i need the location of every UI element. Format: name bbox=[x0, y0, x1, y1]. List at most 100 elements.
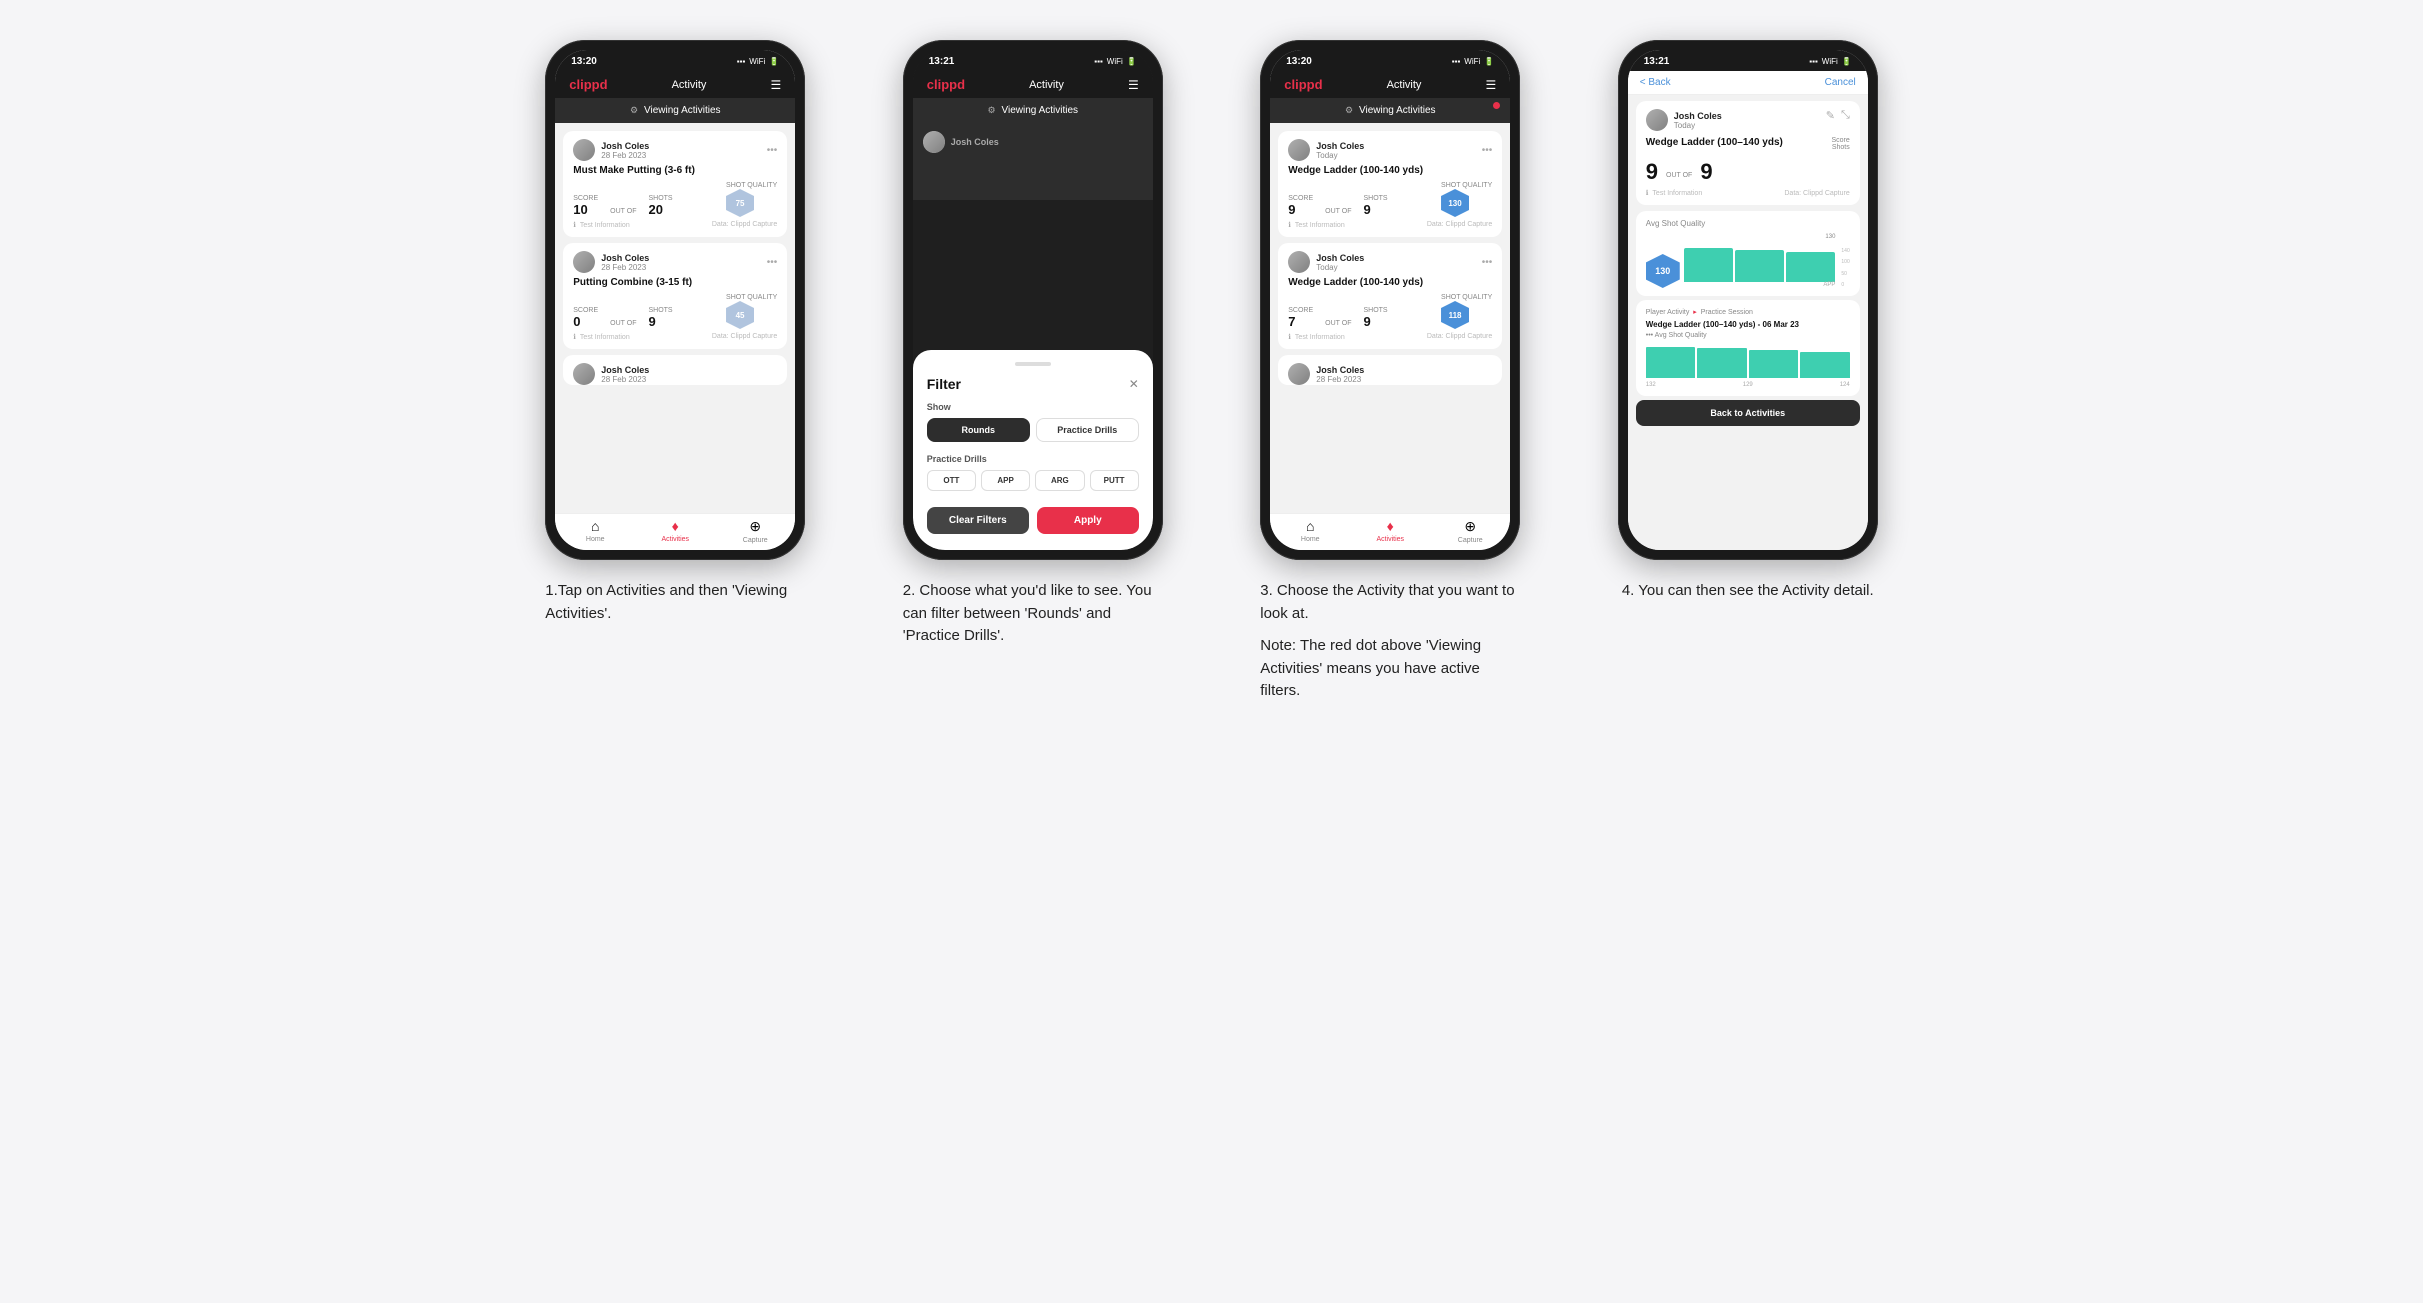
data-text-1-2: Data: Clippd Capture bbox=[712, 333, 777, 341]
info-text-4: Test Information bbox=[1652, 190, 1702, 197]
show-label: Show bbox=[927, 402, 1139, 412]
modal-footer-btns: Clear Filters Apply bbox=[927, 507, 1139, 534]
home-label-1: Home bbox=[586, 536, 605, 543]
back-btn[interactable]: < Back bbox=[1640, 77, 1671, 88]
session-title: Wedge Ladder (100–140 yds) - 06 Mar 23 bbox=[1646, 320, 1850, 329]
viewing-banner-3[interactable]: ⚙ Viewing Activities bbox=[1270, 98, 1510, 123]
capture-icon-3: ⊕ bbox=[1464, 518, 1476, 535]
y-label-4-4: 0 bbox=[1841, 282, 1849, 288]
caption-text-3: 3. Choose the Activity that you want to … bbox=[1260, 580, 1520, 625]
activity-card-3-1[interactable]: Josh Coles Today ••• Wedge Ladder (100-1… bbox=[1278, 131, 1502, 237]
status-icons-2: ▪▪▪ WiFi 🔋 bbox=[1094, 57, 1136, 66]
red-dot-3 bbox=[1493, 102, 1500, 109]
score-label-4: Score bbox=[1831, 137, 1849, 144]
avatar-4 bbox=[1646, 109, 1668, 131]
score-val-3-2: 7 bbox=[1288, 314, 1313, 329]
data-text-3-1: Data: Clippd Capture bbox=[1427, 221, 1492, 229]
drill-app[interactable]: APP bbox=[981, 470, 1030, 491]
nav-activities-1[interactable]: ♦ Activities bbox=[635, 518, 715, 544]
nav-title-2: Activity bbox=[1029, 79, 1064, 91]
filter-close[interactable]: ✕ bbox=[1129, 377, 1139, 391]
status-bar-2: 13:21 ▪▪▪ WiFi 🔋 bbox=[913, 50, 1153, 71]
status-icons-3: ▪▪▪ WiFi 🔋 bbox=[1452, 57, 1494, 66]
sq-label-3-1: Shot Quality bbox=[1441, 182, 1492, 189]
nav-capture-3[interactable]: ⊕ Capture bbox=[1430, 518, 1510, 544]
page-container: 13:20 ▪▪▪ WiFi 🔋 clippd Activity ☰ bbox=[512, 40, 1912, 703]
caption-note-3: Note: The red dot above 'Viewing Activit… bbox=[1260, 635, 1520, 703]
viewing-banner-1[interactable]: ⚙ Viewing Activities bbox=[555, 98, 795, 123]
home-icon-3: ⌂ bbox=[1306, 518, 1314, 534]
filter-modal: Filter ✕ Show Rounds Practice Drills Pra… bbox=[913, 350, 1153, 550]
y-label-4-2: 100 bbox=[1841, 259, 1849, 265]
dots-menu-3-1[interactable]: ••• bbox=[1482, 145, 1493, 156]
score-val-1-2: 0 bbox=[573, 314, 598, 329]
wifi-icon-3: WiFi bbox=[1464, 57, 1480, 66]
user-name-1-1: Josh Coles bbox=[601, 141, 649, 151]
data-text-3-2: Data: Clippd Capture bbox=[1427, 333, 1492, 341]
nav-activities-3[interactable]: ♦ Activities bbox=[1350, 518, 1430, 544]
phone-3: 13:20 ▪▪▪ WiFi 🔋 clippd Activity ☰ bbox=[1260, 40, 1520, 560]
card-title-3-1: Wedge Ladder (100-140 yds) bbox=[1288, 165, 1492, 176]
y-label-4-1: 140 bbox=[1841, 248, 1849, 254]
drill-arg[interactable]: ARG bbox=[1035, 470, 1084, 491]
dots-menu-1-1[interactable]: ••• bbox=[767, 145, 778, 156]
phone-3-wrapper: 13:20 ▪▪▪ WiFi 🔋 clippd Activity ☰ bbox=[1260, 40, 1520, 560]
drill-putt[interactable]: PUTT bbox=[1090, 470, 1139, 491]
drills-section-label: Practice Drills bbox=[927, 454, 1139, 464]
activity-list-1: Josh Coles 28 Feb 2023 ••• Must Make Put… bbox=[555, 123, 795, 513]
apply-btn[interactable]: Apply bbox=[1037, 507, 1139, 534]
user-name-3-1: Josh Coles bbox=[1316, 141, 1364, 151]
clear-filters-btn[interactable]: Clear Filters bbox=[927, 507, 1029, 534]
card-title-1-2: Putting Combine (3-15 ft) bbox=[573, 277, 777, 288]
activity-card-1-1[interactable]: Josh Coles 28 Feb 2023 ••• Must Make Put… bbox=[563, 131, 787, 237]
info-icon-1-2: ℹ bbox=[573, 333, 576, 341]
chart-x-label-4: APP bbox=[1823, 282, 1835, 288]
caption-4: 4. You can then see the Activity detail. bbox=[1622, 580, 1874, 603]
outof-3-1: OUT OF bbox=[1325, 208, 1351, 215]
wifi-icon-2: WiFi bbox=[1107, 57, 1123, 66]
activity-card-3-2[interactable]: Josh Coles Today ••• Wedge Ladder (100-1… bbox=[1278, 243, 1502, 349]
step-4-column: 13:21 ▪▪▪ WiFi 🔋 < Back Cancel bbox=[1584, 40, 1912, 603]
nav-menu-1[interactable]: ☰ bbox=[770, 78, 781, 92]
dots-menu-1-2[interactable]: ••• bbox=[767, 257, 778, 268]
activity-card-1-3[interactable]: Josh Coles 28 Feb 2023 bbox=[563, 355, 787, 385]
bg-user-name-2: Josh Coles bbox=[951, 137, 999, 147]
avatar-1-1 bbox=[573, 139, 595, 161]
drill-ott[interactable]: OTT bbox=[927, 470, 976, 491]
chart-bar-label-1: 130 bbox=[1825, 234, 1835, 240]
avatar-1-3 bbox=[573, 363, 595, 385]
nav-home-3[interactable]: ⌂ Home bbox=[1270, 518, 1350, 544]
phone-2-wrapper: 13:21 ▪▪▪ WiFi 🔋 clippd Activity ☰ bbox=[903, 40, 1163, 560]
score-label-3-2: Score bbox=[1288, 307, 1313, 314]
session-subtitle: ••• Avg Shot Quality bbox=[1646, 332, 1850, 339]
nav-bar-1: clippd Activity ☰ bbox=[555, 71, 795, 98]
banner-text-2: Viewing Activities bbox=[1002, 105, 1079, 116]
activity-list-3: Josh Coles Today ••• Wedge Ladder (100-1… bbox=[1270, 123, 1510, 513]
mini-bar-2 bbox=[1697, 348, 1747, 378]
user-date-1-1: 28 Feb 2023 bbox=[601, 151, 649, 160]
activity-card-3-3[interactable]: Josh Coles 28 Feb 2023 bbox=[1278, 355, 1502, 385]
nav-menu-2[interactable]: ☰ bbox=[1128, 78, 1139, 92]
back-to-activities-btn[interactable]: Back to Activities bbox=[1636, 400, 1860, 426]
expand-icon-4[interactable]: ⤡ bbox=[1841, 109, 1850, 122]
user-name-3-3: Josh Coles bbox=[1316, 365, 1364, 375]
viewing-banner-2[interactable]: ⚙ Viewing Activities bbox=[913, 98, 1153, 123]
battery-icon-3: 🔋 bbox=[1484, 57, 1494, 66]
nav-logo-3: clippd bbox=[1284, 77, 1322, 92]
data-text-4: Data: Clippd Capture bbox=[1784, 190, 1849, 197]
score-label-1-2: Score bbox=[573, 307, 598, 314]
avatar-3-1 bbox=[1288, 139, 1310, 161]
nav-logo-1: clippd bbox=[569, 77, 607, 92]
practice-session-label: Practice Session bbox=[1701, 309, 1753, 316]
cancel-btn[interactable]: Cancel bbox=[1825, 77, 1856, 88]
settings-icon-1: ⚙ bbox=[630, 105, 638, 116]
nav-capture-1[interactable]: ⊕ Capture bbox=[715, 518, 795, 544]
nav-menu-3[interactable]: ☰ bbox=[1485, 78, 1496, 92]
dots-menu-3-2[interactable]: ••• bbox=[1482, 257, 1493, 268]
activity-card-1-2[interactable]: Josh Coles 28 Feb 2023 ••• Putting Combi… bbox=[563, 243, 787, 349]
nav-home-1[interactable]: ⌂ Home bbox=[555, 518, 635, 544]
edit-icon-4[interactable]: ✎ bbox=[1826, 109, 1835, 122]
rounds-btn[interactable]: Rounds bbox=[927, 418, 1030, 442]
practice-drills-btn[interactable]: Practice Drills bbox=[1036, 418, 1139, 442]
score-label-1-1: Score bbox=[573, 195, 598, 202]
